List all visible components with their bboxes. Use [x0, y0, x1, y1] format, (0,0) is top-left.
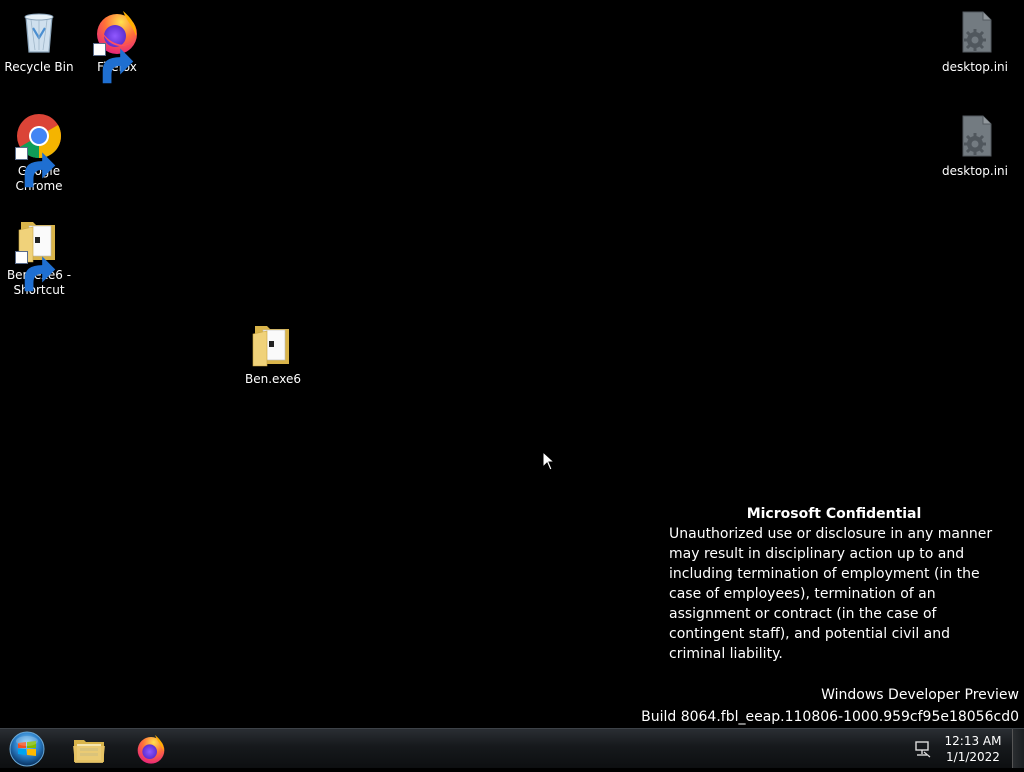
start-button[interactable] — [6, 730, 48, 768]
desktop[interactable]: Recycle Bin Firefox Google Chrome Ben.ex… — [0, 0, 1024, 728]
confidential-title: Microsoft Confidential — [746, 506, 922, 522]
firefox-icon — [137, 735, 165, 764]
edition-text: Windows Developer Preview — [821, 687, 1019, 703]
desktop-icon-ben-exe6[interactable]: Ben.exe6 — [235, 320, 311, 387]
desktop-icon-label: Ben.exe6 — [245, 372, 301, 386]
shortcut-arrow-icon — [15, 251, 56, 292]
folder-icon — [15, 216, 63, 292]
settings-file-icon — [951, 112, 999, 160]
shortcut-arrow-icon — [93, 43, 134, 84]
chrome-icon — [15, 112, 63, 188]
desktop-icon-firefox[interactable]: Firefox — [79, 8, 155, 84]
file-explorer-icon — [73, 740, 105, 763]
taskbar: 12:13 AM 1/1/2022 — [0, 728, 1024, 768]
confidential-watermark: Microsoft Confidential Unauthorized use … — [669, 504, 1009, 664]
desktop-icon-google-chrome[interactable]: Google Chrome — [1, 112, 77, 194]
windows-orb-icon — [9, 731, 45, 767]
settings-file-icon — [951, 8, 999, 56]
mouse-cursor-icon — [542, 451, 556, 471]
network-icon[interactable] — [914, 740, 932, 758]
taskbar-app-file-explorer[interactable] — [61, 731, 117, 767]
show-desktop-button[interactable] — [1012, 729, 1024, 768]
desktop-icon-label: Recycle Bin — [4, 60, 74, 74]
desktop-icon-label: desktop.ini — [942, 60, 1008, 74]
folder-icon — [249, 320, 297, 368]
build-watermark: Windows Developer Preview Build 8064.fbl… — [641, 684, 1019, 728]
clock-time: 12:13 AM — [944, 734, 1002, 748]
build-text: Build 8064.fbl_eeap.110806-1000.959cf95e… — [641, 709, 1019, 725]
taskbar-app-firefox[interactable] — [123, 731, 179, 767]
desktop-icon-desktop-ini[interactable]: desktop.ini — [937, 8, 1013, 75]
desktop-icon-desktop-ini[interactable]: desktop.ini — [937, 112, 1013, 179]
shortcut-arrow-icon — [15, 147, 56, 188]
confidential-body: Unauthorized use or disclosure in any ma… — [669, 526, 993, 662]
desktop-icon-ben-exe6-shortcut[interactable]: Ben.exe6 - Shortcut — [1, 216, 77, 298]
clock-date: 1/1/2022 — [946, 750, 1000, 764]
recycle-bin-icon — [15, 8, 63, 56]
desktop-icon-recycle-bin[interactable]: Recycle Bin — [1, 8, 77, 75]
taskbar-clock[interactable]: 12:13 AM 1/1/2022 — [940, 733, 1006, 765]
desktop-icon-label: desktop.ini — [942, 164, 1008, 178]
firefox-icon — [93, 8, 141, 84]
